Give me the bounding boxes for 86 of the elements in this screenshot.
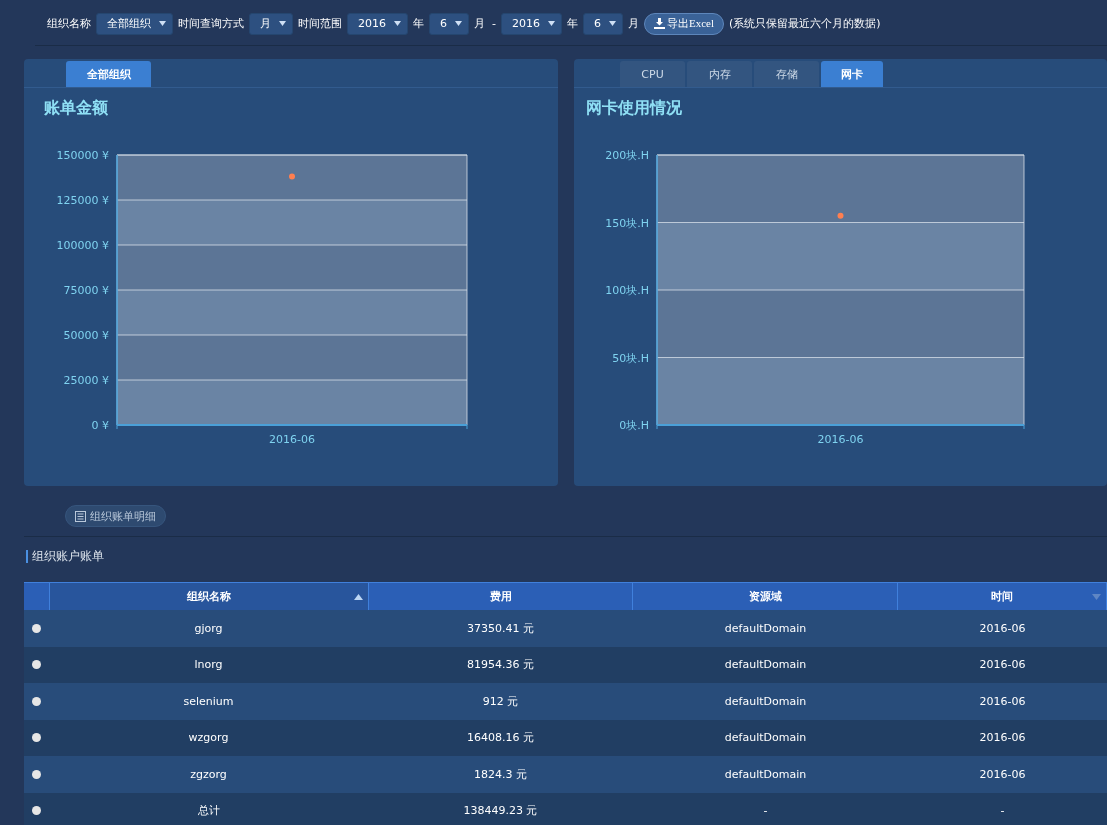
radio-button[interactable] xyxy=(32,623,41,633)
filter-label: 年 xyxy=(567,16,578,31)
tab[interactable]: CPU xyxy=(620,61,685,87)
filter-label: 时间范围 xyxy=(298,16,342,31)
column-header[interactable]: 组织名称 xyxy=(50,583,369,610)
tab[interactable]: 全部组织 xyxy=(66,61,151,87)
y-tick-label: 0块.H xyxy=(619,419,649,432)
radio-button[interactable] xyxy=(32,769,41,779)
table-cell-text: defaultDomain xyxy=(723,767,808,781)
x-tick-label: 2016-06 xyxy=(817,433,864,446)
caret-icon xyxy=(609,21,616,26)
table-cell-text: defaultDomain xyxy=(723,731,808,745)
filter-label: 月 xyxy=(628,16,639,31)
table-cell-text: - xyxy=(762,804,769,818)
caret-icon xyxy=(455,21,462,26)
chart-title: 网卡使用情况 xyxy=(585,97,683,119)
filter-label: 月 xyxy=(474,16,485,31)
table-cell-text: 16408.16 元 xyxy=(466,730,535,746)
table-cell-text: 138449.23 元 xyxy=(462,803,539,819)
y-tick-label: 100块.H xyxy=(605,284,649,297)
filter-label: 组织名称 xyxy=(47,16,91,31)
filter-label: (系统只保留最近六个月的数据) xyxy=(729,16,881,31)
column-title: 资源域 xyxy=(748,589,782,604)
data-point xyxy=(289,173,295,180)
y-tick-label: 150块.H xyxy=(605,216,649,230)
radio-button[interactable] xyxy=(32,733,41,743)
table-cell-text: wzgorg xyxy=(187,731,230,745)
table-cell-text: lnorg xyxy=(193,658,224,672)
column-title: 组织名称 xyxy=(186,589,231,604)
x-tick-label: 2016-06 xyxy=(269,433,315,446)
table-cell-text: 1824.3 元 xyxy=(473,766,528,782)
radio-button[interactable] xyxy=(32,696,41,706)
filter-label: 时间查询方式 xyxy=(178,16,244,31)
list-icon xyxy=(75,510,86,522)
tab[interactable]: 网卡 xyxy=(821,61,883,87)
table-cell-text: defaultDomain xyxy=(723,694,808,708)
sort-icon xyxy=(353,594,363,600)
table-cell-text: - xyxy=(999,804,1006,818)
caret-icon xyxy=(159,21,166,26)
table-cell-text: 37350.41 元 xyxy=(466,620,535,636)
table-cell-text: 2016-06 xyxy=(978,694,1027,708)
caret-icon xyxy=(394,21,401,26)
radio-button[interactable] xyxy=(32,806,41,816)
dropdown[interactable]: 2016 xyxy=(347,12,408,35)
radio-button[interactable] xyxy=(32,660,41,670)
y-tick-label: 50000 ¥ xyxy=(63,329,109,342)
table-cell-text: gjorg xyxy=(193,621,224,635)
caret-icon xyxy=(548,21,555,26)
table-cell-text: 2016-06 xyxy=(978,767,1027,781)
dropdown[interactable]: 月 xyxy=(249,12,293,35)
table-cell-text: 2016-06 xyxy=(978,658,1027,672)
dropdown[interactable]: 6 xyxy=(429,12,469,35)
caret-icon xyxy=(1092,594,1101,600)
dropdown[interactable]: 2016 xyxy=(501,12,562,35)
table-cell-text: 912 元 xyxy=(481,693,520,709)
table-cell-text: defaultDomain xyxy=(723,658,808,672)
data-point xyxy=(837,212,844,219)
chart-title: 账单金额 xyxy=(43,97,109,119)
y-tick-label: 125000 ¥ xyxy=(56,194,109,207)
detail-button[interactable]: 组织账单明细 xyxy=(65,505,166,527)
table-cell-text: 2016-06 xyxy=(978,731,1027,745)
y-tick-label: 75000 ¥ xyxy=(63,284,109,297)
column-title: 费用 xyxy=(489,589,512,604)
export-button[interactable]: 导出Excel xyxy=(644,12,725,35)
table-cell-text: 81954.36 元 xyxy=(466,657,535,673)
y-tick-label: 0 ¥ xyxy=(91,419,109,432)
dropdown[interactable]: 全部组织 xyxy=(96,12,173,35)
dropdown[interactable]: 6 xyxy=(583,12,623,35)
y-tick-label: 100000 ¥ xyxy=(56,239,109,252)
download-icon xyxy=(654,18,665,29)
filter-label: - xyxy=(492,17,496,30)
column-title: 时间 xyxy=(991,589,1014,604)
table-cell-text: zgzorg xyxy=(189,767,228,781)
y-tick-label: 150000 ¥ xyxy=(56,149,109,162)
tab[interactable]: 存储 xyxy=(754,61,819,87)
table-cell-text: defaultDomain xyxy=(723,621,808,635)
caret-icon xyxy=(279,21,286,26)
y-tick-label: 50块.H xyxy=(612,351,649,365)
tab[interactable]: 内存 xyxy=(687,61,752,87)
y-tick-label: 200块.H xyxy=(605,149,649,162)
table-cell-text: 2016-06 xyxy=(978,621,1027,635)
table-cell-text: 总计 xyxy=(196,803,221,819)
section-title: 组织账户账单 xyxy=(24,536,1107,567)
y-tick-label: 25000 ¥ xyxy=(63,374,109,387)
table-cell-text: selenium xyxy=(182,694,235,708)
filter-label: 年 xyxy=(413,16,424,31)
